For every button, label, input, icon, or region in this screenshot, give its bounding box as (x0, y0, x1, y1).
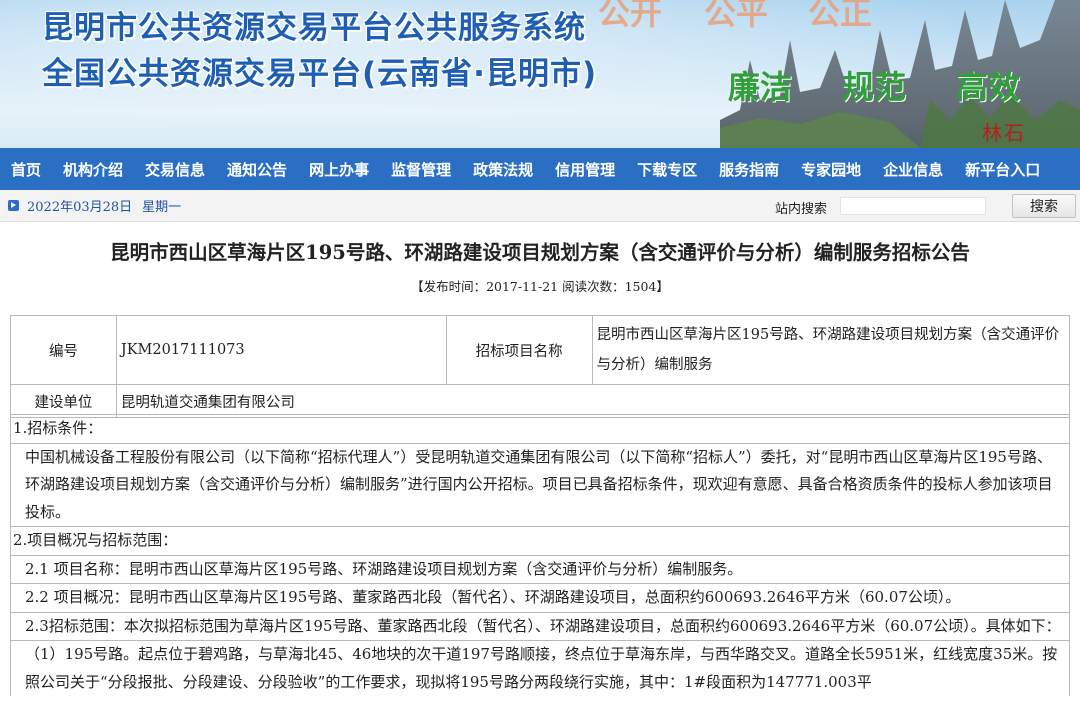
main-nav: 首页 机构介绍 交易信息 通知公告 网上办事 监督管理 政策法规 信用管理 下载… (0, 148, 1080, 190)
section-2-1: 2.1 项目名称：昆明市西山区草海片区195号路、环湖路建设项目规划方案（含交通… (11, 554, 1069, 584)
builder-label: 建设单位 (10, 384, 117, 418)
site-banner: 昆明市公共资源交易平台公共服务系统 全国公共资源交易平台(云南省·昆明市) 公开… (0, 0, 1080, 148)
nav-supervision[interactable]: 监督管理 (380, 159, 462, 180)
article-title: 昆明市西山区草海片区195号路、环湖路建设项目规划方案（含交通评价与分析）编制服… (110, 241, 970, 264)
nav-policies[interactable]: 政策法规 (462, 159, 544, 180)
nav-new-platform[interactable]: 新平台入口 (954, 159, 1051, 180)
stone-forest-stamp: 林石 (982, 121, 1026, 145)
motto-just: 公正 (808, 0, 873, 32)
project-name-label: 招标项目名称 (445, 315, 593, 385)
table-row: 编号 JKM2017111073 招标项目名称 昆明市西山区草海片区195号路、… (10, 315, 1070, 385)
section-2-3: 2.3招标范围：本次拟招标范围为草海片区195号路、董家路西北段（暂代名）、环湖… (11, 611, 1069, 641)
nav-online-service[interactable]: 网上办事 (298, 159, 380, 180)
number-value: JKM2017111073 (115, 315, 447, 385)
nav-home[interactable]: 首页 (0, 159, 52, 180)
number-label: 编号 (10, 315, 117, 385)
section-2-3-1: （1）195号路。起点位于碧鸡路，与草海北45、46地块的次干道197号路顺接，… (11, 640, 1069, 696)
motto-open: 公开 (598, 0, 663, 32)
site-search-label: 站内搜索 (775, 202, 828, 217)
play-bullet-icon (8, 200, 19, 211)
motto-fair: 公平 (704, 0, 769, 32)
banner-title-line2: 全国公共资源交易平台(云南省·昆明市) (42, 56, 598, 92)
builder-value: 昆明轨道交通集团有限公司 (115, 384, 1071, 418)
nav-service-guide[interactable]: 服务指南 (708, 159, 790, 180)
article-meta: 【发布时间：2017-11-21 阅读次数：1504】 (411, 279, 669, 294)
nav-experts[interactable]: 专家园地 (790, 159, 872, 180)
site-search-input[interactable] (840, 197, 986, 215)
nav-downloads[interactable]: 下载专区 (626, 159, 708, 180)
nav-trade-info[interactable]: 交易信息 (134, 159, 216, 180)
nav-notices[interactable]: 通知公告 (216, 159, 298, 180)
virtue-integrity: 廉洁 (728, 68, 793, 106)
table-row: 建设单位 昆明轨道交通集团有限公司 (10, 384, 1071, 418)
section-2-heading: 2.项目概况与招标范围： (11, 526, 1069, 555)
section-1-body: 中国机械设备工程股份有限公司（以下简称“招标代理人”）受昆明轨道交通集团有限公司… (11, 442, 1069, 527)
nav-enterprise[interactable]: 企业信息 (872, 159, 954, 180)
tender-content: 1.招标条件： 中国机械设备工程股份有限公司（以下简称“招标代理人”）受昆明轨道… (10, 414, 1070, 696)
date-search-bar: 2022年03月28日 星期一 站内搜索 搜索 (0, 190, 1080, 222)
virtue-standard: 规范 (842, 68, 907, 106)
current-weekday: 星期一 (142, 200, 182, 215)
banner-title-line1: 昆明市公共资源交易平台公共服务系统 (42, 10, 586, 46)
virtue-efficient: 高效 (956, 68, 1021, 106)
tender-info-table: 编号 JKM2017111073 招标项目名称 昆明市西山区草海片区195号路、… (10, 315, 1071, 418)
nav-about[interactable]: 机构介绍 (52, 159, 134, 180)
search-button[interactable]: 搜索 (1012, 194, 1076, 218)
section-1-heading: 1.招标条件： (11, 414, 1069, 443)
section-2-2: 2.2 项目概况：昆明市西山区草海片区195号路、董家路西北段（暂代名）、环湖路… (11, 583, 1069, 612)
nav-credit[interactable]: 信用管理 (544, 159, 626, 180)
current-date: 2022年03月28日 (27, 200, 133, 215)
project-name-value: 昆明市西山区草海片区195号路、环湖路建设项目规划方案（含交通评价与分析）编制服… (591, 315, 1070, 385)
